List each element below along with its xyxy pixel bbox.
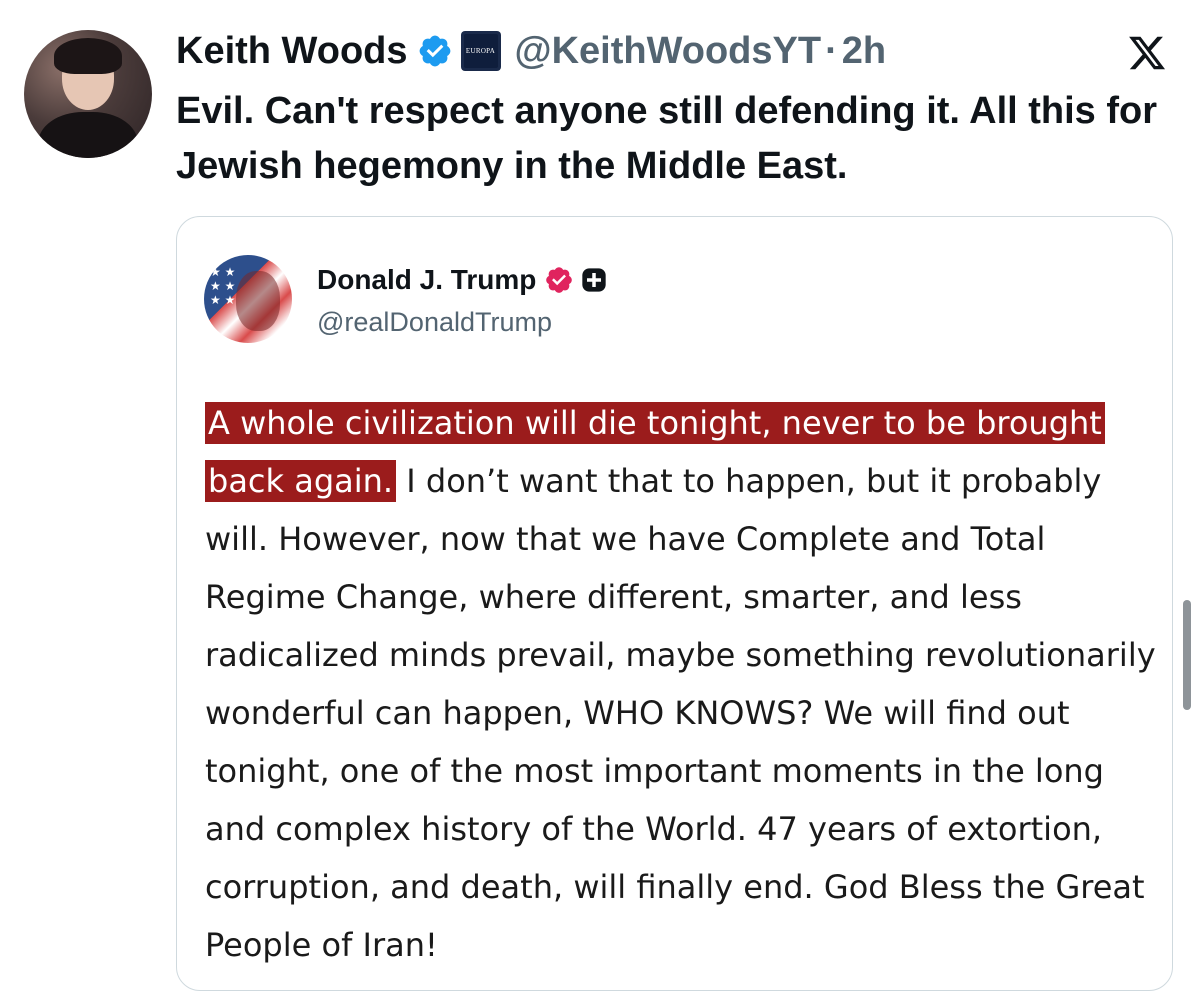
scrollbar-thumb[interactable] bbox=[1183, 600, 1191, 710]
affiliate-badge-inner: EUROPA bbox=[463, 34, 498, 68]
x-logo-icon bbox=[1129, 36, 1166, 70]
quoted-author-row: Donald J. Trump bbox=[317, 262, 608, 298]
author-name[interactable]: Keith Woods bbox=[176, 30, 408, 73]
avatar-body-shape bbox=[38, 112, 138, 158]
quoted-author-handle[interactable]: @realDonaldTrump bbox=[317, 307, 552, 338]
affiliate-badge[interactable]: EUROPA bbox=[460, 31, 501, 71]
author-handle[interactable]: @KeithWoodsYT bbox=[515, 30, 822, 73]
separator-dot: · bbox=[825, 29, 838, 72]
quoted-author-name[interactable]: Donald J. Trump bbox=[317, 264, 536, 296]
post-time[interactable]: 2h bbox=[842, 30, 886, 73]
quoted-post-card[interactable]: ★ ★ ★ ★ ★ ★ Donald J. Trump @realDonaldTru… bbox=[176, 216, 1173, 991]
quoted-body-text: I don’t want that to happen, but it prob… bbox=[205, 462, 1156, 964]
avatar-hair-shape bbox=[54, 38, 122, 74]
author-avatar[interactable] bbox=[24, 30, 152, 158]
quoted-post-text: A whole civilization will die tonight, n… bbox=[205, 394, 1165, 974]
quoted-verified-badge-icon bbox=[546, 267, 573, 293]
quoted-author-avatar[interactable]: ★ ★ ★ ★ ★ ★ bbox=[204, 255, 292, 343]
quoted-avatar-face-shape bbox=[236, 271, 280, 331]
tweet-text: Evil. Can't respect anyone still defendi… bbox=[176, 90, 1158, 187]
affiliate-badge-label: EUROPA bbox=[465, 47, 496, 55]
verified-badge-icon bbox=[419, 35, 450, 67]
plus-badge-icon bbox=[582, 268, 607, 292]
tweet-header: Keith Woods EUROPA @KeithWoodsYT · 2h bbox=[176, 26, 886, 76]
avatar-stars-shape: ★ ★ ★ ★ ★ ★ bbox=[210, 265, 236, 307]
